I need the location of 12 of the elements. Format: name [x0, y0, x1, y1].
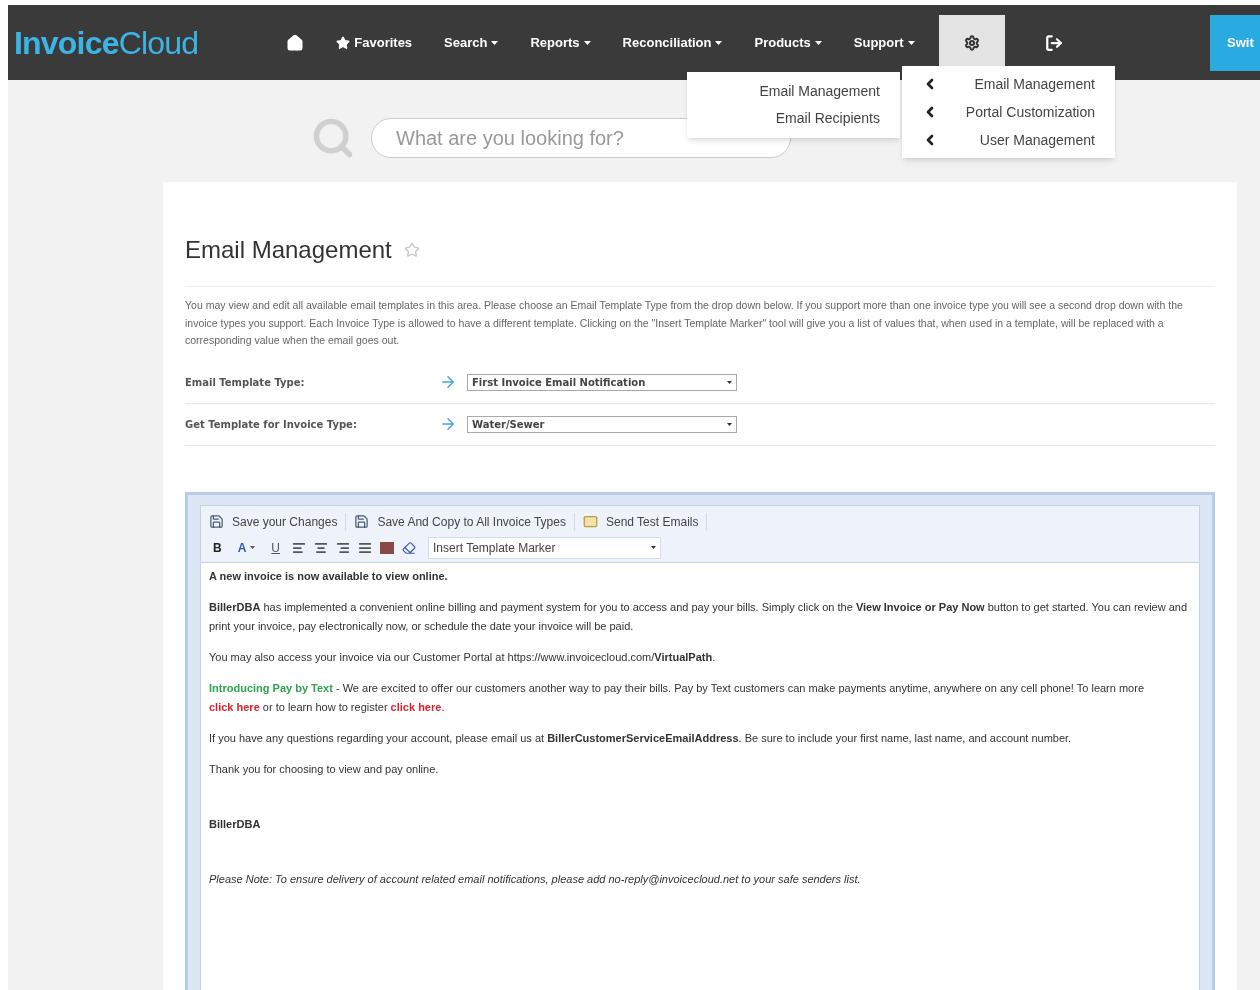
- email-paragraph: You may also access your invoice via our Customer Portal at https://www.invoicecloud.com/VirtualPath.: [209, 649, 717, 665]
- field-label: Email Template Type:: [185, 375, 306, 390]
- email-signature: BillerDBA: [209, 816, 262, 832]
- field-label: Get Template for Invoice Type:: [185, 417, 358, 432]
- email-paragraph: BillerDBA has implemented a convenient online billing and payment system for you to access and pay your bills. Simply click on the View Invoice or Pay Now button to get started. You can review and print your invoice, pay electronically now, or schedule the date your invoice will be paid.: [209, 599, 1189, 634]
- page-title: Email Management: [185, 235, 392, 265]
- email-paragraph: Thank you for choosing to view and pay online.: [209, 761, 440, 777]
- email-heading: A new invoice is now available to view online.: [209, 568, 449, 584]
- email-paragraph: Introducing Pay by Text - We are excited to offer our customers another way to pay their bills. Pay by Text customers can make payments anytime, anywhere on any cell phone! To learn more click here or to learn how to register click here.: [209, 680, 1145, 715]
- description-text: You may view and edit all available email templates in this area. Please choose an Email Template Type from the drop down below. If you support more than one invoice type you will see a second drop down with the invoice types you support. Each Invoice Type is allowed to have a different template. Clicking on the "Insert Template Marker" tool will give you a list of values that, when used in a template, will be replaced with a corresponding value when the email goes out.: [185, 298, 1184, 348]
- email-paragraph: If you have any questions regarding your account, please email us at BillerCustomerServiceEmailAddress. Be sure to include your first name, last name, and account number.: [209, 730, 1073, 746]
- email-note: Please Note: To ensure delivery of account related email notifications, please add no-reply@invoicecloud.net to your safe senders list.: [209, 871, 862, 887]
